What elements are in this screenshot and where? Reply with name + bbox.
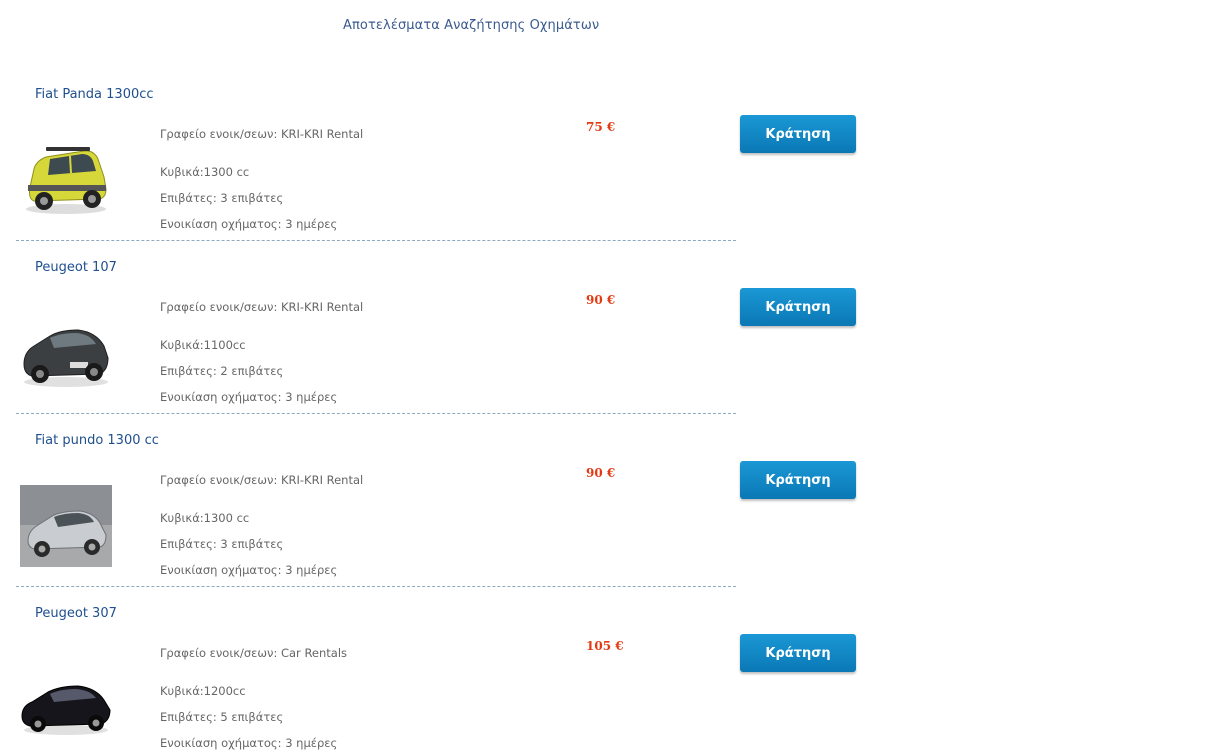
rental-duration: Ενοικίαση οχήματος: 3 ημέρες [160, 736, 338, 750]
passengers: Επιβάτες: 5 επιβάτες [160, 710, 284, 724]
black-peugeot-307-image [20, 648, 112, 738]
book-button[interactable]: Κράτηση [740, 461, 856, 499]
price: 105 € [586, 639, 624, 653]
divider [16, 413, 736, 414]
book-button[interactable]: Κράτηση [740, 115, 856, 153]
passengers: Επιβάτες: 3 επιβάτες [160, 191, 284, 205]
result-item: Fiat Panda 1300cc Γραφείο ενοικ/σεων: KR… [16, 87, 856, 260]
book-button[interactable]: Κράτηση [740, 634, 856, 672]
result-item: Fiat pundo 1300 cc Γραφείο ενοικ/σεων: K… [16, 433, 856, 606]
book-button[interactable]: Κράτηση [740, 288, 856, 326]
rental-duration: Ενοικίαση οχήματος: 3 ημέρες [160, 563, 338, 577]
engine-cc: Κυβικά:1300 cc [160, 165, 250, 179]
dark-grey-peugeot-107-image [20, 302, 112, 392]
rental-office: Γραφείο ενοικ/σεων: KRI-KRI Rental [160, 473, 364, 487]
rental-office: Γραφείο ενοικ/σεων: KRI-KRI Rental [160, 127, 364, 141]
silver-fiat-punto-image [20, 475, 112, 567]
result-item: Peugeot 107 Γραφείο ενοικ/σεων: KRI-KRI … [16, 260, 856, 433]
result-item: Peugeot 307 Γραφείο ενοικ/σεων: Car Rent… [20, 606, 856, 754]
rental-office: Γραφείο ενοικ/σεων: KRI-KRI Rental [160, 300, 364, 314]
divider [16, 586, 736, 587]
car-name: Fiat Panda 1300cc [35, 87, 154, 102]
rental-duration: Ενοικίαση οχήματος: 3 ημέρες [160, 217, 338, 231]
passengers: Επιβάτες: 2 επιβάτες [160, 364, 284, 378]
search-results-page: Αποτελέσματα Αναζήτησης Οχημάτων Fiat Pa… [0, 0, 1222, 754]
divider [16, 240, 736, 241]
engine-cc: Κυβικά:1200cc [160, 684, 246, 698]
yellow-fiat-panda-image [20, 129, 112, 219]
car-name: Peugeot 307 [35, 606, 117, 621]
price: 90 € [586, 466, 616, 480]
rental-office: Γραφείο ενοικ/σεων: Car Rentals [160, 646, 348, 660]
passengers: Επιβάτες: 3 επιβάτες [160, 537, 284, 551]
price: 90 € [586, 293, 616, 307]
price: 75 € [586, 120, 616, 134]
page-title: Αποτελέσματα Αναζήτησης Οχημάτων [343, 18, 600, 33]
car-name: Fiat pundo 1300 cc [35, 433, 159, 448]
car-name: Peugeot 107 [35, 260, 117, 275]
engine-cc: Κυβικά:1100cc [160, 338, 246, 352]
rental-duration: Ενοικίαση οχήματος: 3 ημέρες [160, 390, 338, 404]
engine-cc: Κυβικά:1300 cc [160, 511, 250, 525]
